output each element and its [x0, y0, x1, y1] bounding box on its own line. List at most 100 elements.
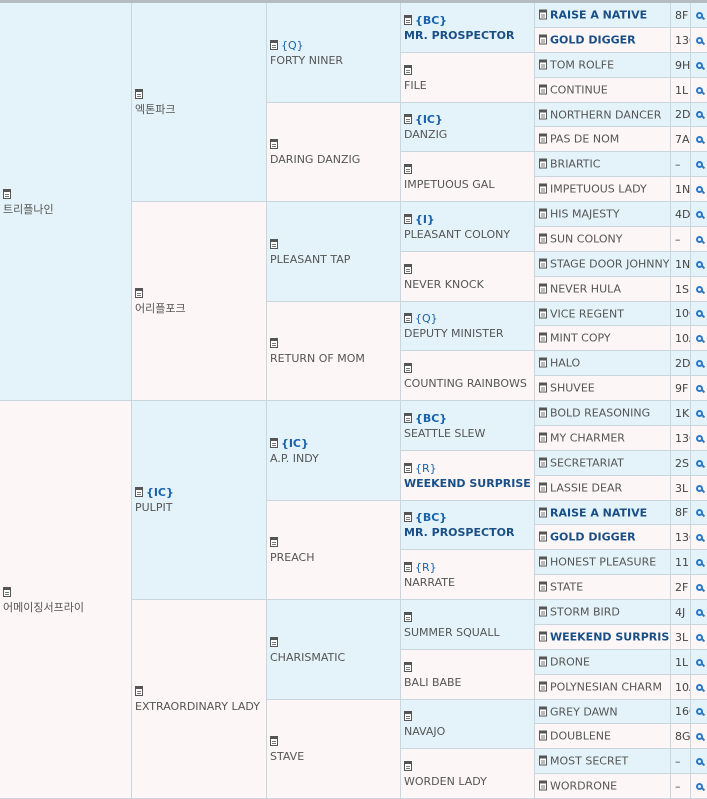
- horse-name[interactable]: NEVER HULA: [550, 283, 621, 296]
- clipboard-icon[interactable]: [135, 89, 143, 99]
- pedigree-cell-g5[interactable]: GREY DAWN: [535, 700, 671, 724]
- clipboard-icon[interactable]: [404, 213, 412, 224]
- pedigree-cell-g5[interactable]: WORDRONE: [535, 774, 671, 799]
- pedigree-cell-g4[interactable]: {Q} DEPUTY MINISTER: [401, 302, 535, 351]
- clipboard-icon[interactable]: [404, 14, 412, 25]
- search-icon[interactable]: [691, 451, 707, 476]
- clipboard-icon[interactable]: [539, 84, 547, 95]
- pedigree-cell-g4[interactable]: {BC} SEATTLE SLEW: [401, 401, 535, 451]
- clipboard-icon[interactable]: [404, 661, 412, 672]
- search-icon[interactable]: [691, 675, 707, 700]
- horse-name[interactable]: STAVE: [270, 749, 304, 764]
- clipboard-icon[interactable]: [135, 487, 143, 497]
- pedigree-cell-g5[interactable]: HALO: [535, 351, 671, 376]
- clipboard-icon[interactable]: [539, 581, 547, 592]
- clipboard-icon[interactable]: [404, 64, 412, 75]
- horse-name[interactable]: DARING DANZIG: [270, 152, 360, 167]
- clipboard-icon[interactable]: [404, 711, 412, 721]
- search-icon[interactable]: [691, 78, 707, 103]
- clipboard-icon[interactable]: [135, 686, 143, 696]
- clipboard-icon[interactable]: [404, 611, 412, 622]
- horse-name[interactable]: WEEKEND SURPRISE: [404, 476, 531, 491]
- search-icon[interactable]: [691, 53, 707, 78]
- clipboard-icon[interactable]: [270, 139, 278, 149]
- clipboard-icon[interactable]: [3, 586, 11, 597]
- search-icon[interactable]: [691, 749, 707, 774]
- pedigree-cell-g4[interactable]: {I} PLEASANT COLONY: [401, 202, 535, 252]
- pedigree-cell-g5[interactable]: HONEST PLEASURE: [535, 550, 671, 575]
- clipboard-icon[interactable]: [270, 39, 278, 50]
- pedigree-cell-g5[interactable]: CONTINUE: [535, 78, 671, 103]
- clipboard-icon[interactable]: [539, 9, 547, 20]
- clipboard-icon[interactable]: [404, 263, 412, 274]
- pedigree-cell-g2[interactable]: 엑톤파크: [132, 3, 267, 202]
- horse-name[interactable]: IMPETUOUS GAL: [404, 177, 494, 192]
- clipboard-icon[interactable]: [539, 382, 547, 393]
- pedigree-cell-g5[interactable]: LASSIE DEAR: [535, 476, 671, 501]
- pedigree-cell-g4[interactable]: FILE: [401, 53, 535, 103]
- clipboard-icon[interactable]: [404, 512, 412, 522]
- pedigree-cell-g3[interactable]: {IC} A.P. INDY: [267, 401, 401, 501]
- search-icon[interactable]: [691, 28, 707, 53]
- pedigree-cell-g5[interactable]: MOST SECRET: [535, 749, 671, 774]
- horse-name[interactable]: STATE: [550, 581, 583, 594]
- horse-name[interactable]: RAISE A NATIVE: [550, 506, 647, 519]
- pedigree-cell-g1[interactable]: 트리플나인: [0, 3, 132, 401]
- horse-name[interactable]: WORDRONE: [550, 780, 617, 793]
- clipboard-icon[interactable]: [404, 760, 412, 771]
- clipboard-icon[interactable]: [539, 34, 547, 45]
- clipboard-icon[interactable]: [3, 188, 11, 199]
- clipboard-icon[interactable]: [539, 258, 547, 269]
- clipboard-icon[interactable]: [539, 208, 547, 219]
- horse-name[interactable]: DANZIG: [404, 127, 447, 142]
- horse-name[interactable]: HIS MAJESTY: [550, 208, 620, 221]
- horse-name[interactable]: MINT COPY: [550, 332, 611, 345]
- horse-name[interactable]: SHUVEE: [550, 382, 595, 395]
- clipboard-icon[interactable]: [539, 432, 547, 443]
- search-icon[interactable]: [691, 3, 707, 28]
- search-icon[interactable]: [691, 426, 707, 451]
- pedigree-cell-g5[interactable]: PAS DE NOM: [535, 127, 671, 152]
- pedigree-cell-g5[interactable]: DOUBLENE: [535, 724, 671, 749]
- horse-name[interactable]: IMPETUOUS LADY: [550, 183, 647, 196]
- search-icon[interactable]: [691, 724, 707, 749]
- clipboard-icon[interactable]: [404, 462, 412, 473]
- pedigree-cell-g5[interactable]: STAGE DOOR JOHNNY: [535, 252, 671, 277]
- clipboard-icon[interactable]: [539, 656, 547, 667]
- search-icon[interactable]: [691, 302, 707, 326]
- search-icon[interactable]: [691, 326, 707, 351]
- clipboard-icon[interactable]: [539, 133, 547, 144]
- search-icon[interactable]: [691, 476, 707, 501]
- clipboard-icon[interactable]: [404, 561, 412, 572]
- horse-name[interactable]: PULPIT: [135, 500, 174, 515]
- clipboard-icon[interactable]: [539, 755, 547, 766]
- pedigree-cell-g3[interactable]: RETURN OF MOM: [267, 302, 401, 401]
- pedigree-cell-g2[interactable]: 어리플포크: [132, 202, 267, 401]
- clipboard-icon[interactable]: [539, 606, 547, 617]
- clipboard-icon[interactable]: [539, 531, 547, 542]
- pedigree-cell-g5[interactable]: IMPETUOUS LADY: [535, 177, 671, 202]
- pedigree-cell-g5[interactable]: GOLD DIGGER: [535, 28, 671, 53]
- horse-name[interactable]: PLEASANT TAP: [270, 252, 350, 267]
- horse-name[interactable]: CHARISMATIC: [270, 650, 345, 665]
- horse-name[interactable]: STAGE DOOR JOHNNY: [550, 258, 669, 271]
- pedigree-cell-g4[interactable]: {R} WEEKEND SURPRISE: [401, 451, 535, 501]
- horse-name[interactable]: NARRATE: [404, 575, 455, 590]
- clipboard-icon[interactable]: [539, 183, 547, 194]
- horse-name[interactable]: SEATTLE SLEW: [404, 426, 485, 441]
- search-icon[interactable]: [691, 525, 707, 550]
- horse-name[interactable]: POLYNESIAN CHARM: [550, 681, 662, 694]
- horse-name[interactable]: HALO: [550, 357, 580, 370]
- search-icon[interactable]: [691, 501, 707, 525]
- horse-name[interactable]: NAVAJO: [404, 724, 445, 739]
- horse-name[interactable]: EXTRAORDINARY LADY: [135, 699, 260, 714]
- horse-name[interactable]: NEVER KNOCK: [404, 277, 484, 292]
- horse-name[interactable]: MY CHARMER: [550, 432, 625, 445]
- clipboard-icon[interactable]: [404, 412, 412, 423]
- horse-name[interactable]: MR. PROSPECTOR: [404, 525, 514, 540]
- search-icon[interactable]: [691, 550, 707, 575]
- search-icon[interactable]: [691, 351, 707, 376]
- pedigree-cell-g4[interactable]: BALI BABE: [401, 650, 535, 700]
- search-icon[interactable]: [691, 277, 707, 302]
- pedigree-cell-g5[interactable]: POLYNESIAN CHARM: [535, 675, 671, 700]
